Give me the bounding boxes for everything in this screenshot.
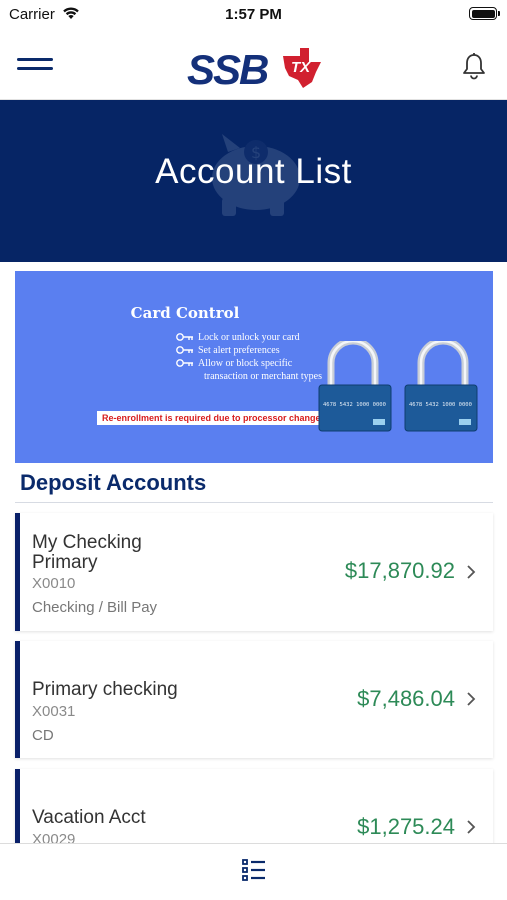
account-number: X0010: [32, 575, 76, 592]
account-name: My Checking Primary: [32, 532, 142, 573]
chevron-right-icon: [467, 692, 476, 706]
status-time: 1:57 PM: [225, 6, 282, 23]
account-balance: $17,870.92: [344, 558, 455, 583]
account-balance: $1,275.24: [357, 814, 455, 839]
banner-feature-item: transaction or merchant types: [204, 371, 323, 382]
banner-feature-item: Set alert preferences: [176, 344, 322, 357]
app-header: SSB TX: [0, 30, 507, 100]
re-enrollment-notice: Re-enrollment is required due to process…: [97, 411, 329, 425]
padlock-card-icon: 4678 5432 1000 0000: [318, 341, 392, 432]
padlock-card-icon: 4678 5432 1000 0000: [404, 341, 478, 432]
banner-feature-item: Lock or unlock your card: [176, 331, 322, 344]
bottom-toolbar: [0, 843, 507, 900]
chevron-right-icon: [467, 565, 476, 579]
hero-banner: $ Account List: [0, 100, 507, 262]
account-row[interactable]: My Checking Primary X0010 Checking / Bil…: [15, 513, 493, 631]
status-bar: Carrier 1:57 PM: [0, 0, 507, 30]
svg-text:TX: TX: [291, 59, 311, 76]
account-type: Checking / Bill Pay: [32, 599, 158, 616]
page-title: Account List: [155, 152, 352, 191]
account-number: X0031: [32, 703, 76, 720]
battery-icon: [469, 7, 500, 20]
ssb-tx-logo: SSB TX: [187, 46, 321, 92]
section-divider: [15, 502, 493, 503]
banner-feature-list: Lock or unlock your card Set alert prefe…: [176, 331, 322, 383]
banner-feature-item: Allow or block specific: [176, 357, 322, 370]
account-row[interactable]: Vacation Acct X0029 $1,275.24: [15, 769, 493, 849]
chevron-right-icon: [467, 820, 476, 834]
hamburger-icon[interactable]: [17, 58, 53, 74]
banner-title: Card Control: [130, 304, 240, 322]
svg-text:4678 5432 1000 0000: 4678 5432 1000 0000: [409, 402, 472, 408]
card-control-banner[interactable]: Card Control Lock or unlock your card Se…: [15, 271, 493, 463]
bell-icon[interactable]: [461, 52, 487, 80]
account-balance: $7,486.04: [357, 686, 455, 711]
key-icon: [176, 346, 193, 354]
key-icon: [176, 333, 193, 341]
deposit-accounts-heading: Deposit Accounts: [20, 470, 207, 495]
list-icon[interactable]: [242, 858, 266, 882]
account-name: Primary checking: [32, 679, 178, 700]
account-name: Vacation Acct: [32, 807, 146, 828]
account-type: CD: [32, 727, 54, 744]
svg-text:SSB: SSB: [187, 46, 268, 92]
key-icon: [176, 359, 193, 367]
account-row[interactable]: Primary checking X0031 CD $7,486.04: [15, 641, 493, 758]
svg-text:4678 5432 1000 0000: 4678 5432 1000 0000: [323, 402, 386, 408]
